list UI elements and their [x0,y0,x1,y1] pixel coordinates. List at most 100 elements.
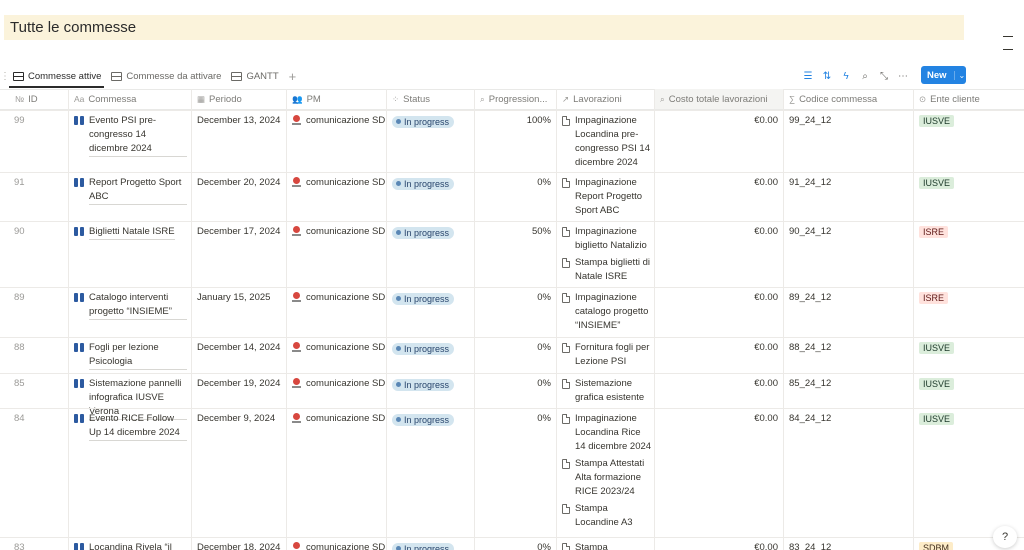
pm-cell[interactable]: comunicazione SDE [292,341,385,355]
tab-commesse-attive[interactable]: Commesse attive [8,67,106,85]
lavorazioni-cell[interactable]: Impaginazione Locandina pre-congresso PS… [562,114,652,173]
tab-label: GANTT [246,70,279,82]
lavorazione-link[interactable]: Stampa [562,541,652,550]
lavorazione-link[interactable]: Impaginazione biglietto Natalizio [562,225,652,253]
lavorazione-link[interactable]: Sistemazione grafica esistente [562,377,652,405]
chevron-down-icon[interactable]: ⌄ [953,70,965,80]
sort-icon[interactable]: ⇅ [821,71,833,82]
status-dot-icon [396,546,401,550]
lavorazioni-cell[interactable]: Fornitura fogli per Lezione PSI [562,341,652,372]
lavorazioni-cell[interactable]: Impaginazione biglietto Natalizio Stampa … [562,225,652,287]
status-label: In progress [404,227,450,238]
lavorazioni-cell[interactable]: Impaginazione Locandina Rice 14 dicembre… [562,412,652,533]
status-cell[interactable]: In progress [392,413,472,427]
pm-cell[interactable]: comunicazione SDE [292,114,385,128]
commessa-title-cell[interactable]: Catalogo interventi progetto “INSIEME” [74,291,187,320]
status-cell[interactable]: In progress [392,378,472,392]
expand-icon[interactable]: ⤡ [878,71,890,82]
codice-commessa: 85_24_12 [789,378,832,389]
lavorazione-link[interactable]: Impaginazione catalogo progetto “INSIEME… [562,291,652,333]
avatar [292,115,301,126]
page-icon [562,258,570,268]
status-cell[interactable]: In progress [392,115,472,129]
commessa-title-cell[interactable]: Evento RICE Follow Up 14 dicembre 2024 [74,412,187,441]
help-button[interactable]: ? [993,526,1017,548]
tab-gantt[interactable]: GANTT [226,67,283,85]
pm-cell[interactable]: comunicazione SDE [292,541,385,550]
lavorazioni-cell[interactable]: Sistemazione grafica esistente [562,377,652,408]
column-header-id[interactable]: № ID [9,89,68,109]
new-button[interactable]: New ⌄ [921,66,966,84]
status-cell[interactable]: In progress [392,292,472,306]
commessa-title-cell[interactable]: Report Progetto Sport ABC [74,176,187,205]
tab-commesse-da-attivare[interactable]: Commesse da attivare [106,67,226,85]
ente-cell[interactable]: IUSVE [919,115,1019,129]
active-tab-indicator [9,86,104,88]
commessa-title-cell[interactable]: Biglietti Natale ISRE [74,225,187,240]
lavorazione-link[interactable]: Stampa Locandine A3 [562,502,652,530]
column-header-commessa[interactable]: Aa Commessa [68,89,191,109]
status-badge: In progress [392,292,455,305]
automation-icon[interactable]: ϟ [840,71,852,82]
lavorazioni-cell[interactable]: Impaginazione catalogo progetto “INSIEME… [562,291,652,336]
codice-commessa: 88_24_12 [789,342,832,353]
ente-cell[interactable]: ISRE [919,292,1019,306]
drag-handle-icon[interactable]: ⋮ [0,71,10,82]
column-header-costo-totale[interactable]: ⌕ Costo totale lavorazioni [654,89,783,109]
commessa-title: Evento PSI pre-congresso 14 dicembre 202… [89,114,187,157]
pm-cell[interactable]: comunicazione SDE [292,176,385,190]
add-view-icon[interactable]: + [284,69,302,84]
lavorazione-title: Stampa Attestati Alta formazione RICE 20… [575,458,645,497]
status-cell[interactable]: In progress [392,226,472,240]
pm-cell[interactable]: comunicazione SDE [292,291,385,305]
lavorazione-link[interactable]: Impaginazione Locandina pre-congresso PS… [562,114,652,170]
lavorazione-link[interactable]: Stampa biglietti di Natale ISRE [562,256,652,284]
pm-cell[interactable]: comunicazione SDE [292,225,385,239]
lavorazione-link[interactable]: Impaginazione Locandina Rice 14 dicembre… [562,412,652,454]
ente-cell[interactable]: IUSVE [919,413,1019,427]
ente-cell[interactable]: IUSVE [919,342,1019,356]
pm-cell[interactable]: comunicazione SDE [292,412,385,426]
costo-value: €0.00 [754,342,778,353]
more-icon[interactable]: ⋯ [897,71,909,82]
lavorazioni-cell[interactable]: Stampa [562,541,652,550]
ente-tag: IUSVE [919,378,955,390]
book-icon [74,543,85,550]
people-icon: 👥 [292,93,303,104]
page-icon [562,293,570,303]
codice-commessa: 83_24_12 [789,542,832,550]
ente-cell[interactable]: IUSVE [919,177,1019,191]
column-header-codice-commessa[interactable]: ∑ Codice commessa [783,89,913,109]
lavorazioni-cell[interactable]: Impaginazione Report Progetto Sport ABC [562,176,652,221]
ente-tag: ISRE [919,292,949,304]
column-header-ente-cliente[interactable]: ⊙ Ente cliente [913,89,1024,109]
ente-cell[interactable]: IUSVE [919,378,1019,392]
column-header-lavorazioni[interactable]: ↗ Lavorazioni [556,89,654,109]
lavorazione-link[interactable]: Stampa Attestati Alta formazione RICE 20… [562,457,652,499]
search-icon: ⌕ [480,93,485,104]
row-id: 91 [14,177,25,188]
pm-cell[interactable]: comunicazione SDE [292,377,385,391]
commessa-title: Locandina Rivela “il [89,541,172,550]
tab-label: Commesse da attivare [126,70,222,82]
status-cell[interactable]: In progress [392,542,472,550]
ente-cell[interactable]: ISRE [919,226,1019,240]
status-cell[interactable]: In progress [392,342,472,356]
avatar [292,378,301,389]
column-header-pm[interactable]: 👥 PM [286,89,386,109]
commessa-title-cell[interactable]: Evento PSI pre-congresso 14 dicembre 202… [74,114,187,157]
filter-icon[interactable]: ☰ [802,71,814,82]
ente-tag: IUSVE [919,342,955,354]
lavorazione-link[interactable]: Fornitura fogli per Lezione PSI [562,341,652,369]
search-icon[interactable]: ⌕ [859,71,871,82]
column-header-progression[interactable]: ⌕ Progression... [474,89,556,109]
commessa-title-cell[interactable]: Locandina Rivela “il [74,541,187,550]
status-cell[interactable]: In progress [392,177,472,191]
book-icon [74,414,85,423]
lavorazione-link[interactable]: Impaginazione Report Progetto Sport ABC [562,176,652,218]
status-badge: In progress [392,378,455,391]
column-header-status[interactable]: ⁘ Status [386,89,474,109]
commessa-title-cell[interactable]: Fogli per lezione Psicologia [74,341,187,370]
avatar [292,413,301,424]
column-header-periodo[interactable]: ▦ Periodo [191,89,286,109]
